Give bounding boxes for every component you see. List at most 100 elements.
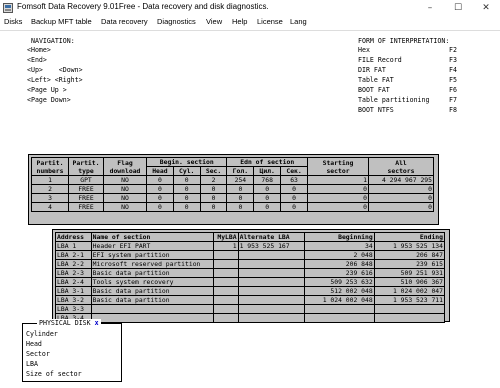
table-cell: 206 848	[303, 259, 375, 269]
table-cell	[237, 286, 305, 296]
col-partit-type: Partit. type	[68, 157, 104, 176]
table-cell: 206 847	[373, 250, 446, 260]
table-cell: LBA 2-1	[55, 250, 92, 260]
table-cell	[212, 277, 239, 287]
interpretation-title: FORM OF INTERPRETATION:	[358, 37, 450, 45]
physical-disk-title: PHYSICAL DISK x	[37, 319, 101, 327]
table-cell: 2	[31, 184, 69, 194]
table-cell	[237, 304, 305, 314]
maximize-button[interactable]: ☐	[444, 0, 472, 16]
table-cell: LBA 2-4	[55, 277, 92, 287]
table-row[interactable]: LBA 3-1 Basic data partition 512 002 048…	[55, 286, 446, 296]
table-cell: 0	[199, 184, 228, 194]
table-row[interactable]: LBA 3-4	[55, 313, 446, 323]
table-row[interactable]: 1 GPT NO 0 0 2 254 768 63 1 4 294 967 29…	[31, 175, 434, 185]
table-row[interactable]: LBA 2-1 EFI system partition 2 048 206 8…	[55, 250, 446, 260]
phys-head: Head	[26, 340, 42, 348]
close-button[interactable]: ✕	[472, 0, 500, 16]
table-cell	[237, 277, 305, 287]
table-cell: 512 002 048	[303, 286, 375, 296]
table-cell	[212, 304, 239, 314]
table-cell: 1 953 525 167	[237, 241, 305, 251]
menu-diagnostics[interactable]: Diagnostics	[157, 17, 196, 26]
partition-table: Partit. numbers Partit. type Flag download …	[31, 157, 434, 212]
interp-table-fat[interactable]: Table FAT	[358, 76, 394, 84]
table-row[interactable]: LBA 2-4 Tools system recovery 509 253 63…	[55, 277, 446, 287]
table-row[interactable]: LBA 1 Header EFI PART 1 1 953 525 167 34…	[55, 241, 446, 251]
table-cell	[237, 250, 305, 260]
table-row[interactable]: LBA 2-3 Basic data partition 239 616 509…	[55, 268, 446, 278]
interp-table-partitioning[interactable]: Table partitioning	[358, 96, 429, 104]
table-cell: NO	[103, 175, 147, 185]
table-cell: 1 024 002 047	[373, 286, 446, 296]
menu-view[interactable]: View	[206, 17, 222, 26]
table-cell: 0	[172, 175, 201, 185]
table-cell: 254	[226, 175, 255, 185]
table-cell: 1 024 002 048	[303, 295, 375, 305]
table-cell: 0	[307, 202, 369, 212]
table-row[interactable]: 2 FREE NO 0 0 0 0 0 0 0 0	[31, 184, 434, 194]
col-end-sec: Сек.	[280, 166, 308, 176]
table-cell: Basic data partition	[90, 268, 214, 278]
table-row[interactable]: LBA 2-2 Microsoft reserved partition 206…	[55, 259, 446, 269]
phys-cylinder: Cylinder	[26, 330, 58, 338]
table-cell: NO	[103, 202, 147, 212]
table-cell: 0	[368, 184, 434, 194]
interp-hex[interactable]: Hex	[358, 46, 370, 54]
table-row[interactable]: LBA 3-2 Basic data partition 1 024 002 0…	[55, 295, 446, 305]
table-cell: 509 251 931	[373, 268, 446, 278]
table-cell	[90, 313, 214, 323]
interp-table-partitioning-key: F7	[449, 96, 457, 104]
table-row[interactable]: LBA 3-3	[55, 304, 446, 314]
menu-data-recovery[interactable]: Data recovery	[101, 17, 148, 26]
table-cell: 1	[307, 175, 369, 185]
table-cell	[212, 268, 239, 278]
table-cell: 1	[31, 175, 69, 185]
menu-license[interactable]: License	[257, 17, 283, 26]
table-cell	[212, 295, 239, 305]
table-cell: 0	[280, 193, 308, 203]
table-cell	[303, 304, 375, 314]
phys-sector: Sector	[26, 350, 50, 358]
table-cell: Basic data partition	[90, 286, 214, 296]
table-cell	[212, 286, 239, 296]
table-cell: NO	[103, 184, 147, 194]
interp-boot-ntfs[interactable]: BOOT NTFS	[358, 106, 394, 114]
table-cell: Basic data partition	[90, 295, 214, 305]
table-cell: 0	[172, 193, 201, 203]
table-cell: 768	[253, 175, 282, 185]
table-cell: 509 253 632	[303, 277, 375, 287]
col-mylba: MyLBA	[212, 232, 239, 242]
menu-bar: Disks Backup MFT table Data recovery Dia…	[0, 16, 500, 31]
table-cell	[303, 313, 375, 323]
table-row[interactable]: 4 FREE NO 0 0 0 0 0 0 0 0	[31, 202, 434, 212]
table-row[interactable]: 3 FREE NO 0 0 0 0 0 0 0 0	[31, 193, 434, 203]
interp-boot-fat[interactable]: BOOT FAT	[358, 86, 390, 94]
interp-dir-fat[interactable]: DIR FAT	[358, 66, 386, 74]
minimize-button[interactable]: –	[416, 0, 444, 16]
interp-file-record[interactable]: FILE Record	[358, 56, 402, 64]
menu-disks[interactable]: Disks	[4, 17, 22, 26]
nav-page-down: <Page Down>	[27, 96, 71, 104]
col-name-of-section: Name of section	[90, 232, 214, 242]
navigation-title: NAVIGATION:	[31, 37, 75, 45]
menu-lang[interactable]: Lang	[290, 17, 307, 26]
table-cell: 0	[172, 202, 201, 212]
table-cell: 0	[253, 184, 282, 194]
table-cell: 0	[226, 193, 255, 203]
interp-file-record-key: F3	[449, 56, 457, 64]
nav-home: <Home>	[27, 46, 51, 54]
table-cell	[212, 250, 239, 260]
window-title: Fomsoft Data Recovery 9.01Free - Data re…	[17, 2, 269, 11]
col-end-cyl: Цил.	[253, 166, 282, 176]
table-cell: 0	[307, 193, 369, 203]
menu-help[interactable]: Help	[232, 17, 247, 26]
close-icon[interactable]: x	[95, 319, 99, 327]
interp-boot-ntfs-key: F8	[449, 106, 457, 114]
table-cell: LBA 3-3	[55, 304, 92, 314]
menu-backup-mft[interactable]: Backup MFT table	[31, 17, 92, 26]
nav-page-up: <Page Up >	[27, 86, 67, 94]
table-cell: 0	[199, 202, 228, 212]
table-cell	[90, 304, 214, 314]
table-cell: 0	[199, 193, 228, 203]
